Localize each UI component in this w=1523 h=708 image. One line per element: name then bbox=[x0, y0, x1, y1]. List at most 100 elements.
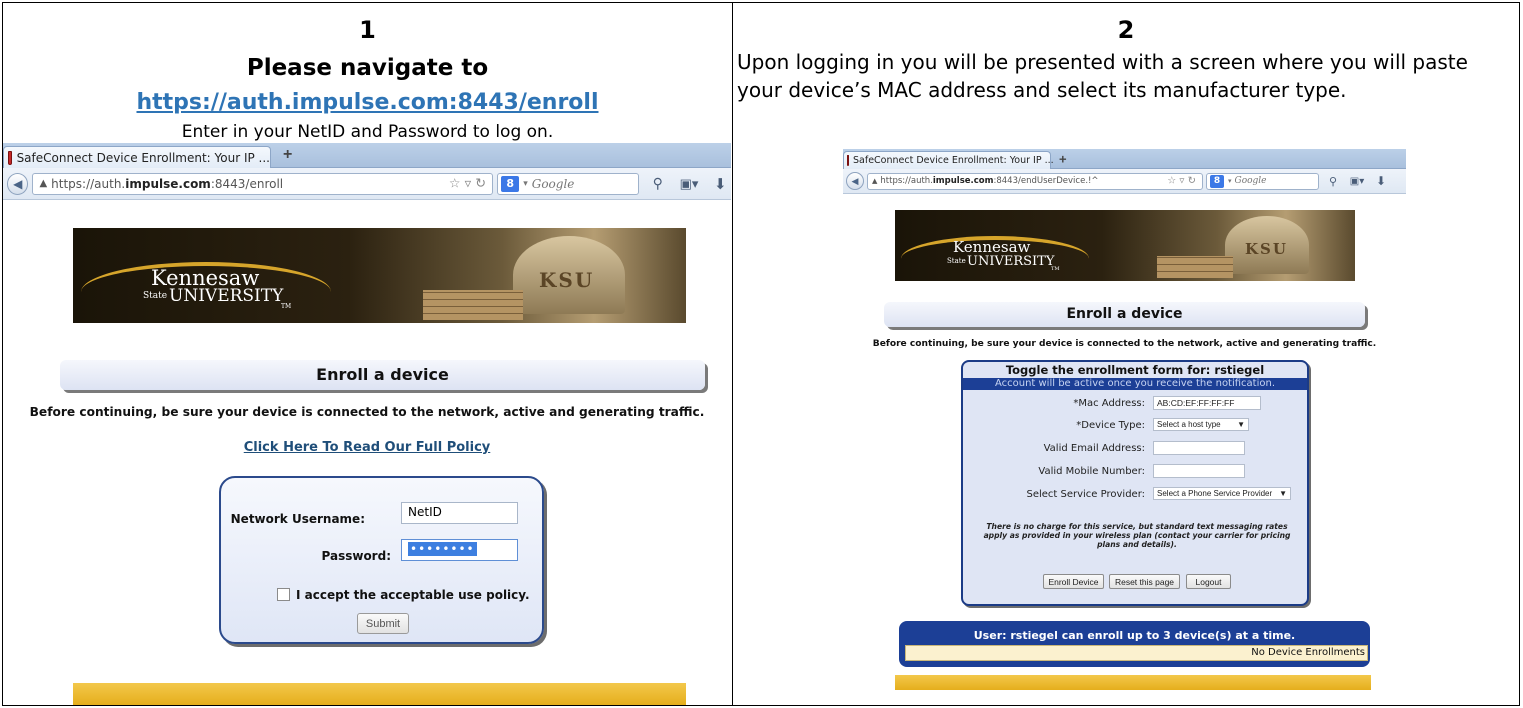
password-input[interactable]: •••••••• bbox=[401, 539, 518, 561]
address-field[interactable]: ▲ https://auth. impulse.com:8443/endUserD… bbox=[867, 172, 1203, 190]
search-placeholder: Google bbox=[531, 176, 575, 191]
enrollment-form: Toggle the enrollment form for: rstiegel… bbox=[961, 360, 1309, 606]
brand-tm: TM bbox=[1051, 266, 1060, 272]
search-icon[interactable]: ⚲ bbox=[1325, 172, 1341, 190]
download-icon[interactable]: ⬇ bbox=[710, 173, 731, 195]
provider-select[interactable]: Select a Phone Service Provider ▼ bbox=[1153, 487, 1291, 500]
login-instruction: Enter in your NetID and Password to log … bbox=[181, 122, 554, 142]
lock-icon: ▲ bbox=[39, 178, 48, 189]
device-type-label: *Device Type: bbox=[1076, 420, 1145, 431]
search-arrow-icon: ▾ bbox=[523, 178, 528, 189]
connection-notice: Before continuing, be sure your device i… bbox=[872, 339, 1377, 349]
search-box[interactable]: 8 ▾ Google bbox=[1206, 172, 1319, 190]
navigate-heading: Please navigate to bbox=[246, 55, 489, 81]
login-form: Network Username: NetID Password: ••••••… bbox=[219, 476, 544, 644]
url-prefix: https://auth. bbox=[880, 176, 933, 186]
instruction-table: 1 Please navigate to https://auth.impuls… bbox=[2, 2, 1520, 706]
chevron-down-icon: ▼ bbox=[1279, 489, 1287, 498]
bookmark-star-icon[interactable]: ☆ ▿ ↻ bbox=[1167, 176, 1196, 187]
device-enrollments-status: No Device Enrollments bbox=[905, 645, 1368, 661]
tab-bar: SafeConnect Device Enrollment: Your IP .… bbox=[3, 143, 731, 168]
form-title: Toggle the enrollment form for: rstiegel bbox=[1005, 363, 1265, 377]
bricks-image bbox=[1157, 256, 1233, 278]
password-label: Password: bbox=[321, 549, 392, 563]
new-tab-button[interactable]: + bbox=[283, 146, 292, 164]
ksu-banner: Kennesaw State UNIVERSITY TM KSU bbox=[895, 210, 1355, 281]
mac-address-label: *Mac Address: bbox=[1073, 398, 1145, 409]
username-label: Network Username: bbox=[230, 512, 365, 526]
browser-screenshot: SafeConnect Device Enrollment: Your IP .… bbox=[843, 149, 1406, 693]
ksu-banner: Kennesaw State UNIVERSITY TM KSU bbox=[73, 228, 686, 323]
bricks-image bbox=[423, 290, 523, 320]
logout-button[interactable]: Logout bbox=[1186, 574, 1231, 589]
browser-screenshot: SafeConnect Device Enrollment: Your IP .… bbox=[3, 143, 731, 705]
step-2-description: Upon logging in you will be presented wi… bbox=[737, 50, 1468, 102]
brand-kennesaw: Kennesaw bbox=[953, 238, 1031, 256]
accept-policy-label: I accept the acceptable use policy. bbox=[296, 588, 530, 602]
step-number: 2 bbox=[1117, 16, 1135, 44]
accept-policy-checkbox[interactable] bbox=[277, 588, 290, 601]
google-logo-icon: 8 bbox=[501, 175, 520, 192]
search-icon[interactable]: ⚲ bbox=[647, 173, 668, 195]
footer-gold-bar bbox=[895, 675, 1371, 690]
brand-university: UNIVERSITY bbox=[967, 254, 1055, 269]
shield-icon bbox=[8, 150, 12, 165]
email-label: Valid Email Address: bbox=[1043, 443, 1145, 454]
enroll-url-link[interactable]: https://auth.impulse.com:8443/enroll bbox=[3, 89, 732, 117]
form-notice: Account will be active once you receive … bbox=[963, 378, 1307, 390]
enroll-header: Enroll a device bbox=[60, 360, 705, 390]
tab-title: SafeConnect Device Enrollment: Your IP .… bbox=[16, 150, 270, 165]
lock-icon: ▲ bbox=[872, 177, 878, 185]
back-button[interactable]: ◀ bbox=[7, 172, 29, 195]
footer-gold-bar bbox=[73, 683, 686, 705]
chevron-down-icon: ▼ bbox=[1237, 420, 1245, 429]
address-field[interactable]: ▲ https://auth. impulse.com:8443/enroll ☆… bbox=[32, 172, 494, 195]
brand-state: State bbox=[947, 257, 966, 265]
step-1-cell: 1 Please navigate to https://auth.impuls… bbox=[3, 3, 733, 705]
reset-page-button[interactable]: Reset this page bbox=[1109, 574, 1180, 589]
bookmarks-icon[interactable]: ▣▾ bbox=[674, 173, 703, 195]
enroll-header: Enroll a device bbox=[884, 302, 1365, 327]
bookmark-star-icon[interactable]: ☆ ▿ ↻ bbox=[449, 176, 486, 191]
url-prefix: https://auth. bbox=[51, 176, 126, 191]
new-tab-button[interactable]: + bbox=[1059, 151, 1067, 166]
provider-value: Select a Phone Service Provider bbox=[1157, 489, 1273, 498]
browser-tab[interactable]: SafeConnect Device Enrollment: Your IP .… bbox=[3, 146, 271, 168]
search-box[interactable]: 8 ▾ Google bbox=[497, 172, 640, 195]
user-limit-panel: User: rstiegel can enroll up to 3 device… bbox=[899, 621, 1370, 667]
brand-tm: TM bbox=[281, 303, 292, 310]
policy-link[interactable]: Click Here To Read Our Full Policy bbox=[3, 440, 731, 455]
back-button[interactable]: ◀ bbox=[846, 172, 864, 190]
connection-notice: Before continuing, be sure your device i… bbox=[29, 405, 705, 419]
user-limit-text: User: rstiegel can enroll up to 3 device… bbox=[973, 629, 1296, 642]
tab-bar: SafeConnect Device Enrollment: Your IP .… bbox=[843, 149, 1406, 169]
username-input[interactable]: NetID bbox=[401, 502, 518, 524]
mobile-input[interactable] bbox=[1153, 464, 1245, 478]
browser-tab[interactable]: SafeConnect Device Enrollment: Your IP .… bbox=[843, 151, 1054, 169]
bookmarks-icon[interactable]: ▣▾ bbox=[1345, 172, 1369, 190]
provider-label: Select Service Provider: bbox=[1026, 489, 1145, 500]
device-type-select[interactable]: Select a host type ▼ bbox=[1153, 418, 1249, 431]
url-bar: ◀ ▲ https://auth. impulse.com:8443/endUse… bbox=[843, 169, 1406, 194]
building-letters: KSU bbox=[539, 268, 595, 292]
url-domain: impulse.com bbox=[932, 176, 994, 186]
download-icon[interactable]: ⬇ bbox=[1373, 172, 1389, 190]
tab-title: SafeConnect Device Enrollment: Your IP .… bbox=[853, 155, 1054, 166]
charge-note: There is no charge for this service, but… bbox=[983, 522, 1291, 549]
url-suffix: :8443/endUserDevice.!^ bbox=[993, 176, 1099, 186]
submit-button[interactable]: Submit bbox=[357, 613, 409, 634]
email-input[interactable] bbox=[1153, 441, 1245, 455]
url-bar: ◀ ▲ https://auth. impulse.com:8443/enroll… bbox=[3, 168, 731, 200]
search-placeholder: Google bbox=[1234, 176, 1267, 186]
shield-icon bbox=[847, 155, 849, 166]
enroll-device-button[interactable]: Enroll Device bbox=[1043, 574, 1104, 589]
mobile-label: Valid Mobile Number: bbox=[1038, 466, 1145, 477]
brand-university: UNIVERSITY bbox=[169, 286, 284, 306]
step-number: 1 bbox=[359, 16, 376, 44]
step-2-cell: 2 Upon logging in you will be presented … bbox=[733, 3, 1519, 705]
url-domain: impulse.com bbox=[125, 176, 211, 191]
password-value: •••••••• bbox=[408, 542, 477, 556]
mac-address-input[interactable]: AB:CD:EF:FF:FF:FF bbox=[1153, 396, 1261, 410]
url-suffix: :8443/enroll bbox=[210, 176, 284, 191]
search-arrow-icon: ▾ bbox=[1228, 177, 1232, 185]
